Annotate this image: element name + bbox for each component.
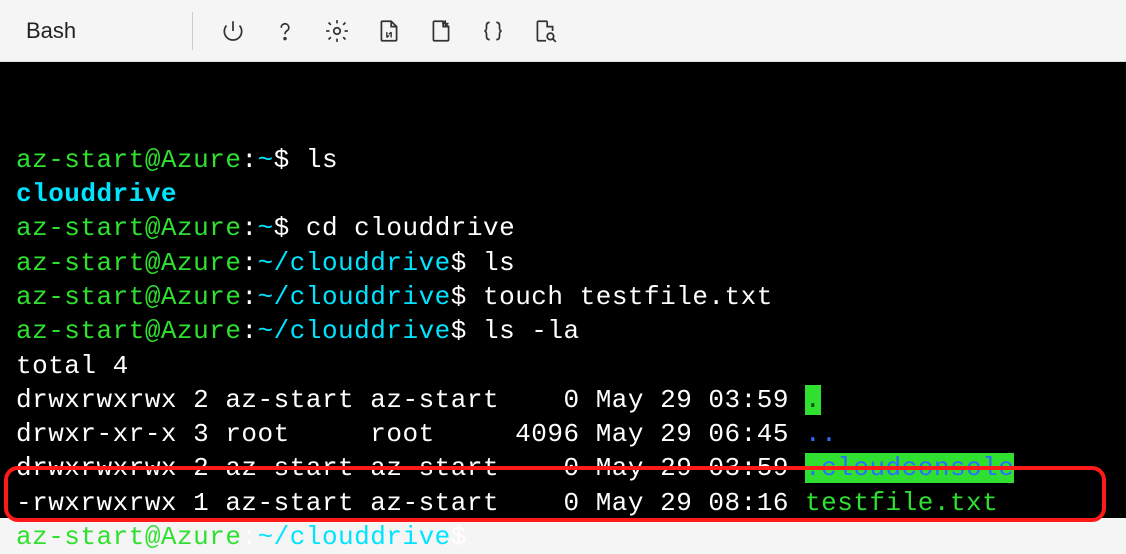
- terminal-line: total 4: [16, 349, 1118, 383]
- terminal-line: az-start@Azure:~/clouddrive$ ls: [16, 246, 1118, 280]
- cloud-shell-toolbar: Bash: [0, 0, 1126, 62]
- shell-selector[interactable]: Bash: [18, 14, 174, 48]
- terminal-line: drwxrwxrwx 2 az-start az-start 0 May 29 …: [16, 451, 1118, 485]
- terminal-line: clouddrive: [16, 177, 1118, 211]
- terminal-line: az-start@Azure:~$ ls: [16, 143, 1118, 177]
- terminal-line: az-start@Azure:~/clouddrive$: [16, 520, 1118, 554]
- terminal-line: -rwxrwxrwx 1 az-start az-start 0 May 29 …: [16, 486, 1118, 520]
- terminal-line: az-start@Azure:~$ cd clouddrive: [16, 211, 1118, 245]
- power-icon[interactable]: [211, 9, 255, 53]
- settings-icon[interactable]: [315, 9, 359, 53]
- download-file-icon[interactable]: [367, 9, 411, 53]
- new-file-icon[interactable]: [419, 9, 463, 53]
- terminal-output[interactable]: az-start@Azure:~$ lsclouddriveaz-start@A…: [0, 62, 1126, 518]
- terminal-line: az-start@Azure:~/clouddrive$ touch testf…: [16, 280, 1118, 314]
- search-file-icon[interactable]: [523, 9, 567, 53]
- braces-icon[interactable]: [471, 9, 515, 53]
- terminal-line: drwxrwxrwx 2 az-start az-start 0 May 29 …: [16, 383, 1118, 417]
- help-icon[interactable]: [263, 9, 307, 53]
- terminal-line: drwxr-xr-x 3 root root 4096 May 29 06:45…: [16, 417, 1118, 451]
- terminal-line: az-start@Azure:~/clouddrive$ ls -la: [16, 314, 1118, 348]
- shell-name-label: Bash: [26, 18, 76, 44]
- toolbar-divider: [192, 12, 193, 50]
